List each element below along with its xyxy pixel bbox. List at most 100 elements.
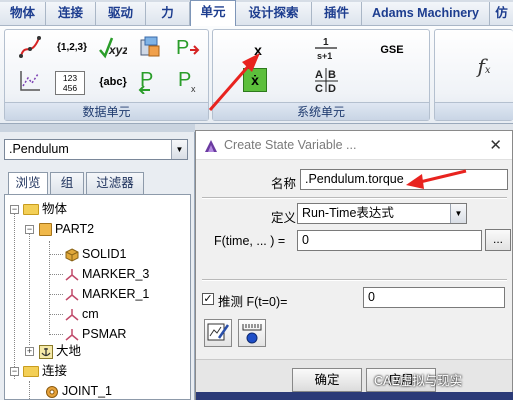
tree-connector-root bbox=[14, 209, 15, 379]
tree-collapse-icon[interactable]: − bbox=[10, 205, 19, 214]
tab-forces[interactable]: 力 bbox=[146, 2, 190, 25]
tree-branch bbox=[49, 274, 63, 275]
solid-icon bbox=[65, 248, 79, 262]
svg-text:s+1: s+1 bbox=[317, 51, 332, 61]
function-input[interactable]: 0 bbox=[297, 230, 482, 251]
annotation-arrow-dialog bbox=[406, 169, 467, 189]
adams-logo-icon bbox=[205, 140, 217, 152]
dialog-titlebar[interactable]: Create State Variable ... ✕ bbox=[196, 131, 512, 160]
tab-elements[interactable]: 单元 bbox=[190, 0, 236, 26]
tree-node-psmar[interactable]: PSMAR bbox=[65, 325, 126, 343]
watermark: CAE虚拟与现实 bbox=[374, 374, 463, 388]
transfer-function-icon[interactable]: 1 s+1 bbox=[309, 34, 343, 62]
plot-edit-icon bbox=[207, 323, 230, 341]
group-label-data-elements: 数据单元 bbox=[5, 102, 208, 120]
tree-connector-bodies bbox=[29, 225, 30, 345]
tree-connector-part2 bbox=[49, 241, 50, 335]
curve-data-icon[interactable] bbox=[15, 68, 45, 96]
svg-text:A: A bbox=[315, 69, 323, 81]
function-label: F(time, ... ) = bbox=[214, 234, 286, 248]
guess-checkbox[interactable]: ✓ bbox=[202, 293, 214, 305]
chevron-down-icon[interactable]: ▼ bbox=[450, 204, 466, 223]
definition-label: 定义 bbox=[271, 211, 297, 225]
tree-node-marker-1[interactable]: MARKER_1 bbox=[65, 285, 149, 303]
linear-state-icon[interactable]: ABCD bbox=[311, 66, 341, 94]
create-state-variable-dialog: Create State Variable ... ✕ 名称 .Pendulum… bbox=[195, 130, 513, 400]
tab-plugins[interactable]: 插件 bbox=[312, 2, 362, 25]
gse-icon[interactable]: GSE bbox=[375, 36, 409, 64]
tree-connector-connectors bbox=[29, 381, 30, 399]
xyz-curve-icon[interactable]: xyz bbox=[97, 34, 127, 62]
annotation-arrow-ribbon bbox=[208, 53, 260, 111]
tab-motions[interactable]: 驱动 bbox=[96, 2, 146, 25]
tree-node-part2[interactable]: PART2 bbox=[39, 220, 94, 238]
tree-node-connectors[interactable]: 连接 bbox=[23, 362, 67, 380]
px-text: P bbox=[178, 69, 191, 91]
guess-label: 推测 F(t=0)= bbox=[218, 295, 288, 309]
separator bbox=[202, 197, 507, 199]
tab-bodies[interactable]: 物体 bbox=[0, 2, 46, 25]
part-icon bbox=[39, 223, 52, 237]
tree-node-ground[interactable]: 大地 bbox=[39, 342, 81, 360]
matrix-block-icon[interactable] bbox=[135, 34, 165, 62]
marker-icon bbox=[65, 328, 79, 341]
dialog-bottom-strip bbox=[196, 392, 513, 400]
group-label-functions bbox=[435, 102, 513, 120]
guess-input[interactable]: 0 bbox=[363, 287, 505, 308]
pinput-icon[interactable]: P bbox=[173, 34, 203, 62]
pinput-text: P bbox=[176, 37, 189, 59]
subtab-browse[interactable]: 浏览 bbox=[8, 172, 48, 194]
tab-simulation[interactable]: 仿 bbox=[490, 2, 513, 25]
tree-expand-icon[interactable]: + bbox=[25, 347, 34, 356]
folder-icon bbox=[23, 366, 39, 378]
svg-text:x: x bbox=[191, 84, 196, 94]
array-icon[interactable]: {1,2,3} bbox=[53, 34, 91, 62]
group-data-elements: {1,2,3} xyz P 123 456 {abc} P Px 数据单元 bbox=[4, 29, 209, 121]
subtab-groups[interactable]: 组 bbox=[50, 172, 84, 194]
svg-text:1: 1 bbox=[323, 37, 329, 48]
tree-collapse-icon[interactable]: − bbox=[10, 367, 19, 376]
poutput-icon[interactable]: P bbox=[135, 68, 165, 96]
tree-node-joint-1[interactable]: JOINT_1 bbox=[45, 382, 112, 399]
svg-text:C: C bbox=[315, 83, 323, 94]
panel-top-strip bbox=[0, 124, 195, 132]
subtab-filter[interactable]: 过滤器 bbox=[86, 172, 144, 194]
ok-button[interactable]: 确定 bbox=[292, 368, 362, 392]
tree-branch bbox=[49, 294, 63, 295]
tab-design-exploration[interactable]: 设计探索 bbox=[236, 2, 312, 25]
tree-node-solid1[interactable]: SOLID1 bbox=[65, 245, 126, 263]
ribbon-panel: {1,2,3} xyz P 123 456 {abc} P Px 数据单元 x … bbox=[0, 26, 513, 124]
svg-text:D: D bbox=[328, 83, 336, 94]
function-icon[interactable]: fx bbox=[469, 52, 499, 80]
marker-icon bbox=[65, 288, 79, 301]
close-icon[interactable]: ✕ bbox=[489, 136, 502, 154]
dialog-title: Create State Variable ... bbox=[224, 138, 357, 152]
string-icon[interactable]: {abc} bbox=[95, 68, 131, 96]
tree-node-cm[interactable]: cm bbox=[65, 305, 99, 323]
folder-icon bbox=[23, 204, 39, 216]
px-icon[interactable]: Px bbox=[173, 68, 203, 96]
joint-icon bbox=[46, 385, 58, 398]
function-builder-button[interactable]: ... bbox=[485, 229, 511, 251]
measure-button[interactable] bbox=[238, 319, 266, 347]
tree-collapse-icon[interactable]: − bbox=[25, 225, 34, 234]
chevron-down-icon[interactable]: ▼ bbox=[171, 140, 187, 159]
plot-edit-button[interactable] bbox=[204, 319, 232, 347]
model-select[interactable]: .Pendulum ▼ bbox=[4, 139, 188, 160]
tree-node-bodies[interactable]: 物体 bbox=[23, 200, 67, 218]
definition-select[interactable]: Run-Time表达式 ▼ bbox=[297, 203, 467, 224]
group-functions: fx bbox=[434, 29, 513, 121]
tree-node-marker-3[interactable]: MARKER_3 bbox=[65, 265, 149, 283]
matrix-icon[interactable]: 123 456 bbox=[55, 68, 85, 96]
model-tree[interactable]: − 物体 − PART2 SOLID1 MARKER_3 MARKER_1 cm… bbox=[4, 194, 191, 400]
tree-branch bbox=[49, 334, 63, 335]
tree-branch bbox=[49, 314, 63, 315]
spline-icon[interactable] bbox=[15, 34, 45, 62]
svg-text:B: B bbox=[328, 69, 336, 81]
xyz-text: xyz bbox=[108, 43, 127, 57]
anchor-icon bbox=[39, 344, 53, 359]
tab-connectors[interactable]: 连接 bbox=[46, 2, 96, 25]
separator bbox=[202, 279, 507, 281]
marker-icon bbox=[65, 268, 79, 281]
tab-adams-machinery[interactable]: Adams Machinery bbox=[362, 2, 490, 25]
